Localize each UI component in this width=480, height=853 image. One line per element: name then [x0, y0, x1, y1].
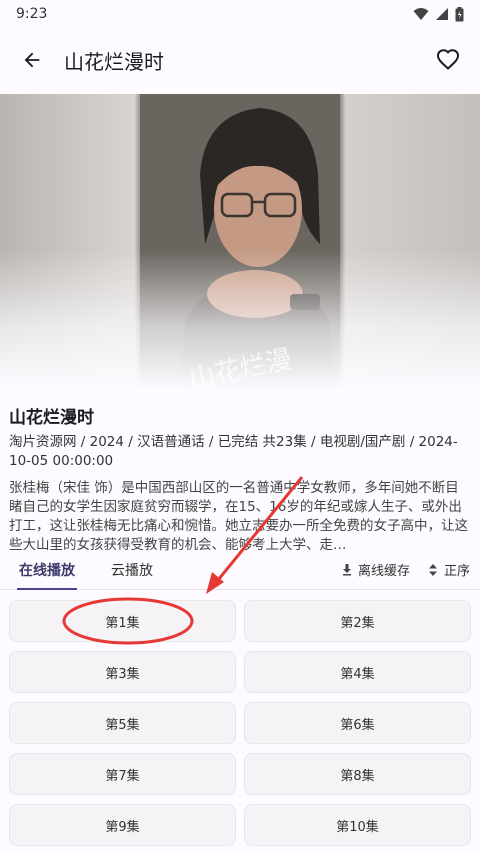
tab-cloud-play[interactable]: 云播放: [101, 550, 163, 590]
status-icons: [413, 6, 464, 22]
app-bar: 山花烂漫时: [0, 28, 480, 92]
show-info: 山花烂漫时 淘片资源网 / 2024 / 汉语普通话 / 已完结 共23集 / …: [9, 403, 471, 555]
back-button[interactable]: [12, 40, 52, 80]
episode-button[interactable]: 第7集: [9, 753, 236, 795]
wifi-icon: [413, 8, 429, 20]
battery-icon: [455, 6, 464, 21]
show-description[interactable]: 张桂梅（宋佳 饰）是中国西部山区的一名普通中学女教师，多年间她不断目睹自己的女学…: [9, 479, 471, 555]
sort-order-button[interactable]: 正序: [428, 560, 470, 579]
poster-image: 山花烂漫: [0, 94, 480, 390]
page-title: 山花烂漫时: [64, 49, 164, 74]
offline-cache-button[interactable]: 离线缓存: [342, 560, 410, 579]
download-icon: [342, 563, 351, 575]
arrow-left-icon: [24, 52, 40, 68]
status-bar: 9:23: [0, 0, 480, 28]
episode-button[interactable]: 第2集: [244, 600, 471, 642]
episode-button[interactable]: 第5集: [9, 702, 236, 744]
status-time: 9:23: [16, 6, 48, 22]
episode-button[interactable]: 第8集: [244, 753, 471, 795]
episode-button[interactable]: 第1集: [9, 600, 236, 642]
episode-button[interactable]: 第6集: [244, 702, 471, 744]
tab-online-play[interactable]: 在线播放: [9, 550, 85, 590]
sort-icon: [428, 563, 437, 576]
episode-button[interactable]: 第4集: [244, 651, 471, 693]
episode-button[interactable]: 第3集: [9, 651, 236, 693]
offline-cache-label: 离线缓存: [357, 564, 410, 579]
signal-icon: [436, 8, 448, 20]
show-meta: 淘片资源网 / 2024 / 汉语普通话 / 已完结 共23集 / 电视剧/国产…: [9, 434, 458, 469]
tab-actions: 离线缓存 正序: [342, 560, 480, 579]
show-title: 山花烂漫时: [9, 408, 94, 428]
episode-button[interactable]: 第9集: [9, 804, 236, 846]
favorite-button[interactable]: [428, 40, 468, 80]
heart-outline-icon: [436, 49, 460, 70]
episode-grid: 第1集 第2集 第3集 第4集 第5集 第6集 第7集 第8集 第9集 第10集: [9, 600, 471, 846]
sort-order-label: 正序: [443, 564, 470, 579]
episode-button[interactable]: 第10集: [244, 804, 471, 846]
tab-row: 在线播放 云播放 离线缓存 正序: [0, 550, 480, 590]
